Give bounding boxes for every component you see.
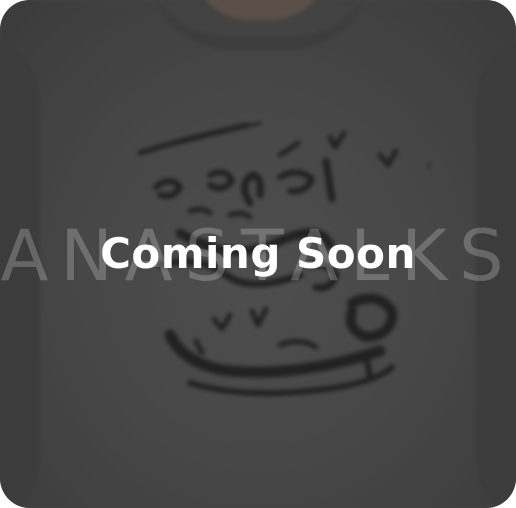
coming-soon-label: Coming Soon bbox=[100, 229, 416, 278]
product-card[interactable]: ANASTALKS Coming Soon bbox=[0, 0, 516, 508]
